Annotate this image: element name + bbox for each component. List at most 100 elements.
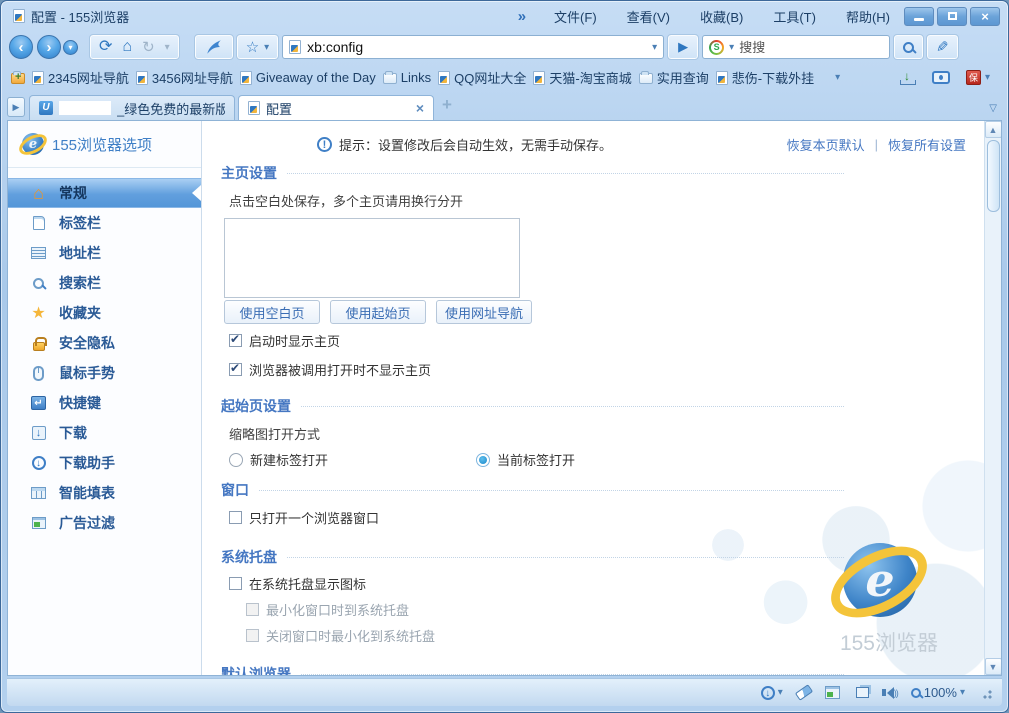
refresh-icon[interactable]: ⟳ [99, 39, 112, 55]
home-icon: ⌂ [30, 185, 47, 202]
menu-view[interactable]: 查看(V) [627, 7, 670, 26]
use-blank-page-button[interactable]: 使用空白页 [224, 300, 320, 324]
sidebar-item-download-helper[interactable]: ↓ 下载助手 [8, 448, 201, 478]
bookmark-item[interactable]: 天猫-淘宝商城 [533, 68, 631, 87]
close-to-tray-checkbox-row[interactable]: 关闭窗口时最小化到系统托盘 [246, 627, 844, 644]
bookmark-favicon [533, 71, 545, 85]
sidebar-item-addressbar[interactable]: 地址栏 [8, 238, 201, 268]
tab-favicon [248, 101, 260, 115]
favorites-caret-icon[interactable]: ▾ [264, 42, 269, 53]
sidebar-header: e 155浏览器选项 [8, 121, 201, 168]
single-window-checkbox-row[interactable]: 只打开一个浏览器窗口 [229, 509, 844, 526]
sidebar-item-shortcuts[interactable]: ↵ 快捷键 [8, 388, 201, 418]
download-helper-caret-icon[interactable]: ▾ [778, 687, 783, 698]
web-save-caret-icon[interactable]: ▾ [985, 72, 990, 83]
menu-tools[interactable]: 工具(T) [773, 7, 816, 26]
menu-file[interactable]: 文件(F) [554, 7, 597, 26]
pages-icon[interactable] [856, 687, 869, 698]
show-homepage-on-start-checkbox-row[interactable]: 启动时显示主页 [229, 332, 844, 349]
tray-icon-checkbox-row[interactable]: 在系统托盘显示图标 [229, 575, 844, 592]
menu-help[interactable]: 帮助(H) [846, 7, 890, 26]
zoom-control[interactable]: 100% ▾ [911, 685, 965, 700]
search-button-icon[interactable] [903, 42, 914, 53]
bookmark-item[interactable]: QQ网址大全 [438, 68, 526, 87]
minimize-to-tray-checkbox-row[interactable]: 最小化窗口时到系统托盘 [246, 601, 844, 618]
resize-grip[interactable] [980, 687, 992, 699]
use-nav-site-button[interactable]: 使用网址导航 [436, 300, 532, 324]
sidebar-item-general[interactable]: ⌂ 常规 [8, 178, 201, 208]
scroll-down-icon[interactable]: ▼ [985, 658, 1002, 675]
new-tab-button[interactable]: + [442, 95, 452, 115]
sidebar-item-form-fill[interactable]: 智能填表 [8, 478, 201, 508]
zoom-magnifier-icon [911, 688, 921, 698]
zoom-caret-icon[interactable]: ▾ [960, 687, 965, 698]
back-button[interactable]: ‹ [9, 35, 33, 59]
download-manager-icon[interactable]: ↓ [900, 71, 916, 85]
search-engine-caret-icon[interactable]: ▾ [729, 42, 734, 53]
no-homepage-when-invoked-checkbox-row[interactable]: 浏览器被调用打开时不显示主页 [229, 361, 844, 378]
tab-close-icon[interactable]: × [416, 100, 424, 116]
close-button[interactable]: × [970, 7, 1000, 26]
bookmarks-overflow-caret-icon[interactable]: ▾ [835, 72, 840, 83]
maximize-button[interactable] [937, 7, 967, 26]
favorites-star-icon[interactable]: ☆ [246, 40, 259, 55]
bookmark-item[interactable]: 3456网址导航 [136, 68, 233, 87]
checkbox-unchecked-icon[interactable] [229, 511, 242, 524]
checkbox-checked-icon[interactable] [229, 334, 242, 347]
checkbox-unchecked-icon[interactable] [229, 577, 242, 590]
sidebar-item-favorites[interactable]: ★ 收藏夹 [8, 298, 201, 328]
sidebar-item-mouse-gestures[interactable]: 鼠标手势 [8, 358, 201, 388]
bookmark-item[interactable]: 悲伤-下载外挂 [716, 68, 814, 87]
forward-button[interactable]: › [37, 35, 61, 59]
recent-pages-icon[interactable]: ↻ [142, 40, 155, 55]
search-engine-icon[interactable] [709, 40, 724, 55]
use-start-page-button[interactable]: 使用起始页 [330, 300, 426, 324]
sidebar-item-download[interactable]: ↓ 下载 [8, 418, 201, 448]
radio-unselected-icon[interactable] [229, 453, 243, 467]
bookmark-item[interactable]: Giveaway of the Day [240, 70, 376, 85]
bookmark-folder[interactable]: Links [383, 70, 431, 85]
ad-filter-icon [30, 515, 47, 532]
homepage-textarea[interactable] [224, 218, 520, 298]
url-input[interactable] [307, 39, 646, 55]
list-icon [30, 245, 47, 262]
menu-overflow-icon[interactable]: » [518, 8, 524, 25]
sidebar-item-tabs[interactable]: 标签栏 [8, 208, 201, 238]
sidebar-item-searchbar[interactable]: 搜索栏 [8, 268, 201, 298]
url-dropdown-icon[interactable]: ▾ [652, 42, 657, 53]
add-bookmark-folder-icon[interactable] [11, 73, 25, 84]
zoom-level[interactable]: 100% [924, 685, 957, 700]
tab-active[interactable]: 配置 × [238, 95, 434, 120]
bookmark-folder[interactable]: 实用查询 [639, 68, 709, 87]
checkbox-checked-icon[interactable] [229, 363, 242, 376]
quick-launch-swoosh-icon[interactable] [204, 38, 224, 56]
browser-window: 配置 - 155浏览器 » 文件(F) 查看(V) 收藏(B) 工具(T) 帮助… [0, 0, 1009, 713]
scroll-up-icon[interactable]: ▲ [985, 121, 1002, 138]
tab-list-button[interactable]: ▶ [7, 97, 25, 117]
sidebar-item-ad-filter[interactable]: 广告过滤 [8, 508, 201, 538]
tab-dropdown-icon[interactable]: ▽ [984, 101, 1002, 116]
search-input[interactable] [739, 40, 915, 55]
edit-pencil-icon[interactable]: ✎ [936, 38, 949, 56]
tab-inactive[interactable]: U _绿色免费的最新版软... [29, 95, 235, 120]
radio-selected-icon[interactable] [476, 453, 490, 467]
vertical-scrollbar[interactable]: ▲ ▼ [984, 121, 1001, 675]
download-helper-status-icon[interactable]: ↓ [761, 686, 775, 700]
go-button[interactable]: ▶ [678, 39, 688, 55]
screenshot-camera-icon[interactable] [932, 71, 950, 84]
restore-page-defaults-link[interactable]: 恢复本页默认 [787, 135, 865, 154]
sidebar-item-security[interactable]: 安全隐私 [8, 328, 201, 358]
minimize-button[interactable] [904, 7, 934, 26]
home-icon[interactable]: ⌂ [122, 39, 132, 55]
web-save-icon[interactable]: 保 [966, 70, 981, 85]
restore-all-settings-link[interactable]: 恢复所有设置 [888, 135, 966, 154]
speaker-icon[interactable]: )) [882, 687, 898, 699]
history-dropdown-icon[interactable]: ▾ [63, 40, 78, 55]
recent-pages-caret-icon[interactable]: ▾ [165, 42, 170, 53]
ad-filter-status-icon[interactable] [825, 686, 840, 699]
browser-logo-icon: e [22, 133, 44, 155]
bookmark-item[interactable]: 2345网址导航 [32, 68, 129, 87]
scrollbar-thumb[interactable] [987, 140, 1000, 212]
menu-favorites[interactable]: 收藏(B) [700, 7, 743, 26]
eraser-icon[interactable] [795, 684, 813, 701]
